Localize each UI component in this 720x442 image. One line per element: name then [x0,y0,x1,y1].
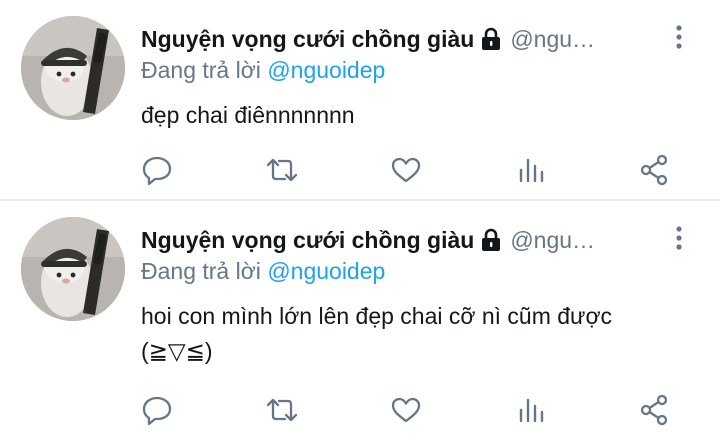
replying-to: Đang trả lời @nguoidep [141,57,385,84]
analytics-button[interactable] [514,150,548,190]
tweet-text: hoi con mình lớn lên đẹp chai cỡ nì cũm … [141,303,613,364]
retweet-button[interactable] [265,150,299,190]
retweet-icon [266,158,298,182]
reply-button[interactable] [140,390,174,430]
reply-prefix: Đang trả lời [141,57,261,83]
more-icon[interactable] [674,225,684,251]
like-button[interactable] [389,390,423,430]
avatar-photo [21,16,125,120]
replying-to: Đang trả lời @nguoidep [141,258,385,285]
share-button[interactable] [637,390,671,430]
display-name[interactable]: Nguyện vọng cưới chồng giàu [141,26,474,53]
tweet-feed: Nguyện vọng cưới chồng giàu @ngu… Đang t… [0,0,720,442]
tweet-text: đẹp chai điênnnnnnn [141,102,355,128]
action-bar [0,390,720,430]
more-icon[interactable] [674,24,684,50]
tweet[interactable]: Nguyện vọng cưới chồng giàu @ngu… Đang t… [0,0,720,201]
avatar[interactable] [21,16,125,120]
analytics-button[interactable] [514,390,548,430]
reply-prefix: Đang trả lời [141,258,261,284]
retweet-button[interactable] [265,390,299,430]
avatar[interactable] [21,217,125,321]
stats-icon [519,398,544,423]
tweet-header: Nguyện vọng cưới chồng giàu @ngu… [141,223,660,257]
reply-button[interactable] [140,150,174,190]
reply-icon [142,396,172,426]
share-button[interactable] [637,150,671,190]
tweet-header: Nguyện vọng cưới chồng giàu @ngu… [141,22,660,56]
share-icon [640,154,668,186]
tweet[interactable]: Nguyện vọng cưới chồng giàu @ngu… Đang t… [0,201,720,442]
retweet-icon [266,398,298,422]
reply-icon [142,156,172,186]
lock-icon [480,27,502,51]
like-button[interactable] [389,150,423,190]
handle[interactable]: @ngu… [510,227,595,254]
reply-mention-link[interactable]: @nguoidep [267,57,385,83]
like-icon [391,157,421,183]
display-name[interactable]: Nguyện vọng cưới chồng giàu [141,227,474,254]
stats-icon [519,158,544,183]
lock-icon [480,228,502,252]
handle[interactable]: @ngu… [510,26,595,53]
action-bar [0,150,720,190]
share-icon [640,394,668,426]
reply-mention-link[interactable]: @nguoidep [267,258,385,284]
avatar-photo [21,217,125,321]
like-icon [391,397,421,423]
